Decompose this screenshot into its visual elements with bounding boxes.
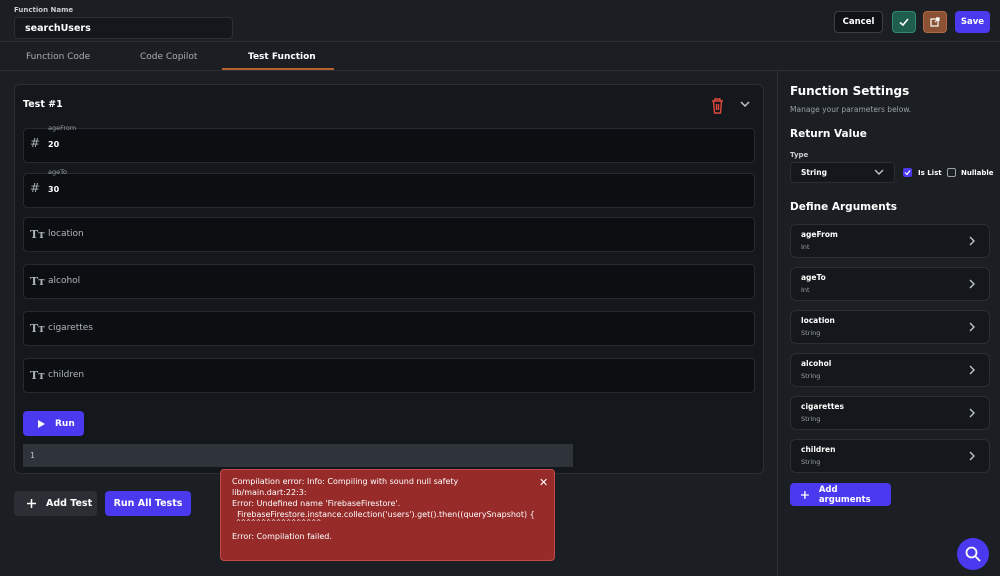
search-help-button[interactable] [957, 538, 989, 570]
is-list-label: Is List [918, 169, 942, 177]
add-test-label: Add Test [46, 498, 93, 509]
plus-icon [800, 490, 809, 499]
field-label: ageFrom [48, 124, 77, 132]
argument-type: String [801, 415, 821, 423]
plus-icon [27, 499, 36, 508]
argument-name: children [801, 445, 836, 454]
arg-field-agefrom[interactable] [23, 128, 755, 163]
define-arguments-heading: Define Arguments [790, 201, 897, 213]
nullable-label: Nullable [961, 169, 994, 177]
search-icon [965, 546, 981, 562]
argument-type: String [801, 329, 821, 337]
error-line: Error: Compilation failed. [232, 532, 332, 541]
field-placeholder: location [48, 229, 84, 239]
settings-subtitle: Manage your parameters below. [790, 105, 912, 114]
arg-field-ageto[interactable] [23, 173, 755, 208]
function-name-input[interactable]: searchUsers [14, 17, 233, 39]
field-value: 30 [48, 185, 60, 194]
argument-name: ageTo [801, 273, 826, 282]
chevron-right-icon [969, 279, 975, 289]
add-test-button[interactable]: Add Test [14, 491, 97, 516]
chevron-down-icon[interactable] [737, 97, 753, 111]
text-type-icon: Tт [30, 322, 46, 335]
settings-title: Function Settings [790, 84, 910, 98]
error-line: FirebaseFirestore.instance.collection('u… [232, 510, 535, 519]
test-title: Test #1 [23, 99, 63, 110]
add-arguments-button[interactable]: Add arguments [790, 483, 891, 506]
output-console [23, 444, 573, 467]
argument-type: Int [801, 243, 810, 251]
save-button[interactable]: Save [955, 11, 990, 33]
confirm-button[interactable] [892, 11, 916, 33]
argument-name: ageFrom [801, 230, 838, 239]
close-icon[interactable]: ✕ [539, 476, 548, 489]
type-label: Type [790, 151, 809, 159]
argument-name: alcohol [801, 359, 832, 368]
output-line-number: 1 [30, 451, 36, 460]
field-value: 20 [48, 140, 60, 149]
arg-field-cigarettes[interactable] [23, 311, 755, 346]
open-external-button[interactable] [923, 11, 947, 33]
tab-function-code[interactable]: Function Code [26, 52, 90, 62]
chevron-right-icon [969, 322, 975, 332]
field-placeholder: children [48, 370, 85, 380]
chevron-right-icon [969, 451, 975, 461]
arg-field-children[interactable] [23, 358, 755, 393]
function-name-label: Function Name [14, 6, 74, 14]
cancel-button[interactable]: Cancel [834, 11, 883, 33]
field-placeholder: cigarettes [48, 323, 93, 333]
tab-code-copilot[interactable]: Code Copilot [140, 52, 197, 62]
error-line: Error: Undefined name 'FirebaseFirestore… [232, 499, 401, 508]
active-tab-indicator [222, 68, 334, 70]
field-label: ageTo [48, 168, 67, 176]
tab-test-function[interactable]: Test Function [248, 52, 316, 62]
argument-name: location [801, 316, 835, 325]
argument-name: cigarettes [801, 402, 844, 411]
arg-field-alcohol[interactable] [23, 264, 755, 299]
field-placeholder: alcohol [48, 276, 81, 286]
hash-icon: # [30, 136, 41, 150]
add-arguments-label: Add arguments [818, 484, 871, 505]
run-button-label: Run [55, 418, 75, 429]
external-link-icon [930, 17, 940, 27]
check-icon [899, 18, 909, 27]
argument-type: Int [801, 286, 810, 294]
run-all-tests-button[interactable]: Run All Tests [105, 491, 191, 516]
error-line: Compilation error: Info: Compiling with … [232, 477, 459, 486]
nullable-checkbox[interactable] [947, 168, 956, 177]
chevron-right-icon [969, 408, 975, 418]
error-line: lib/main.dart:22:3: [232, 488, 307, 497]
chevron-down-icon [874, 169, 884, 175]
is-list-checkbox[interactable] [903, 168, 912, 177]
arg-field-location[interactable] [23, 217, 755, 252]
error-line: ^^^^^^^^^^^^^^^^^ [232, 519, 322, 526]
chevron-right-icon [969, 365, 975, 375]
text-type-icon: Tт [30, 275, 46, 288]
chevron-right-icon [969, 236, 975, 246]
play-icon [38, 419, 45, 428]
return-value-heading: Return Value [790, 128, 867, 140]
hash-icon: # [30, 181, 41, 195]
text-type-icon: Tт [30, 369, 46, 382]
text-type-icon: Tт [30, 228, 46, 241]
argument-type: String [801, 458, 821, 466]
check-icon [904, 170, 911, 176]
trash-icon[interactable] [709, 97, 726, 115]
run-button[interactable]: Run [23, 411, 84, 436]
argument-type: String [801, 372, 821, 380]
